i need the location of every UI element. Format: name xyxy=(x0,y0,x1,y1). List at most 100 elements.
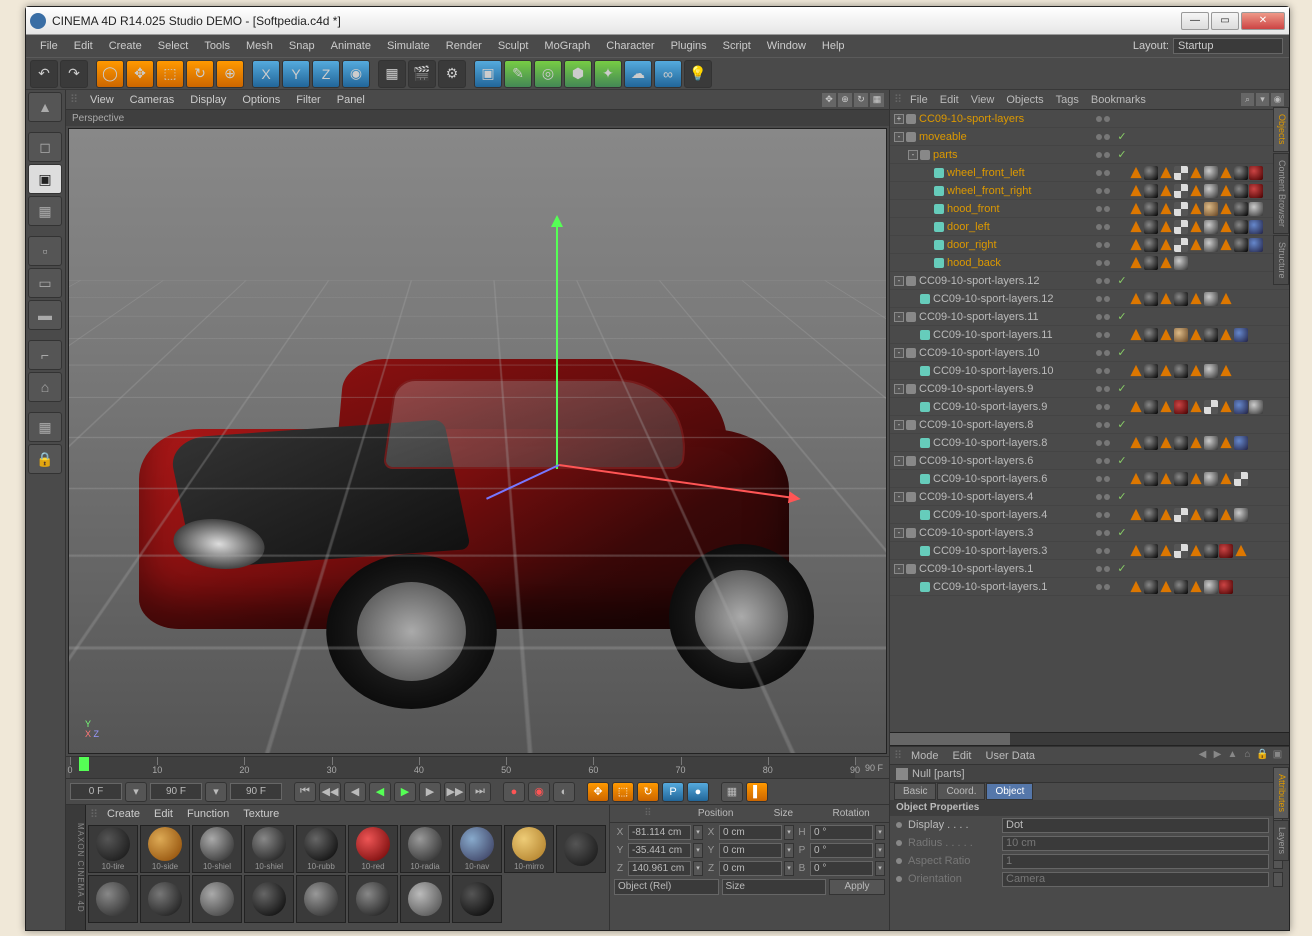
tag-s3[interactable] xyxy=(1174,166,1188,180)
tag-s2[interactable] xyxy=(1144,292,1158,306)
material-item[interactable] xyxy=(348,875,398,923)
tag-s5[interactable] xyxy=(1234,436,1248,450)
model-mode[interactable]: ◻ xyxy=(28,132,62,162)
tag-tri[interactable] xyxy=(1129,238,1143,252)
tree-toggle[interactable]: - xyxy=(908,150,918,160)
object-row[interactable]: -parts✓ xyxy=(890,146,1289,164)
tag-tri[interactable] xyxy=(1189,202,1203,216)
tag-tri[interactable] xyxy=(1189,238,1203,252)
tag-s1[interactable] xyxy=(1204,436,1218,450)
tag-s3[interactable] xyxy=(1174,238,1188,252)
tag-s2[interactable] xyxy=(1144,328,1158,342)
visibility-dots[interactable] xyxy=(1091,206,1115,212)
visibility-dots[interactable] xyxy=(1091,260,1115,266)
size-field[interactable]: 0 cm xyxy=(719,861,782,876)
tag-tri[interactable] xyxy=(1219,436,1233,450)
tag-s2[interactable] xyxy=(1144,220,1158,234)
tag-tri[interactable] xyxy=(1219,220,1233,234)
enable-check[interactable]: ✓ xyxy=(1115,130,1129,143)
tag-s2[interactable] xyxy=(1204,544,1218,558)
tag-tri[interactable] xyxy=(1129,580,1143,594)
material-item[interactable]: 10-mirro xyxy=(504,825,554,873)
maximize-button[interactable]: ▭ xyxy=(1211,12,1239,30)
tl-view2[interactable]: ▌ xyxy=(746,782,768,802)
object-row[interactable]: -CC09-10-sport-layers.4✓ xyxy=(890,488,1289,506)
spline-tool[interactable]: ✎ xyxy=(504,60,532,88)
z-axis-lock[interactable]: Z xyxy=(312,60,340,88)
visibility-dots[interactable] xyxy=(1091,548,1115,554)
vp-layout-icon[interactable]: ▦ xyxy=(870,93,884,107)
attr-tab-object[interactable]: Object xyxy=(986,783,1033,800)
tag-tri[interactable] xyxy=(1219,292,1233,306)
tag-tri[interactable] xyxy=(1129,220,1143,234)
material-item[interactable]: 10-rubb xyxy=(296,825,346,873)
tag-tri[interactable] xyxy=(1159,292,1173,306)
object-row[interactable]: hood_back xyxy=(890,254,1289,272)
attr-tab-coord[interactable]: Coord. xyxy=(937,783,985,800)
tag-s2[interactable] xyxy=(1174,436,1188,450)
enable-check[interactable]: ✓ xyxy=(1115,454,1129,467)
tag-tri[interactable] xyxy=(1159,544,1173,558)
object-row[interactable]: -CC09-10-sport-layers.11✓ xyxy=(890,308,1289,326)
menu-mograph[interactable]: MoGraph xyxy=(536,35,598,57)
tag-s2[interactable] xyxy=(1204,328,1218,342)
tag-tri[interactable] xyxy=(1189,166,1203,180)
end-frame-field[interactable]: 90 F xyxy=(150,783,202,800)
goto-end[interactable]: ⏭ xyxy=(469,782,491,802)
material-item[interactable] xyxy=(88,875,138,923)
tag-tri[interactable] xyxy=(1129,436,1143,450)
tag-s1[interactable] xyxy=(1204,364,1218,378)
array-tool[interactable]: ⬢ xyxy=(564,60,592,88)
viewport-3d[interactable]: YX Z xyxy=(68,128,887,754)
object-row[interactable]: CC09-10-sport-layers.12 xyxy=(890,290,1289,308)
attrmenu-edit[interactable]: Edit xyxy=(946,750,979,762)
workplane-tool[interactable]: ▦ xyxy=(28,412,62,442)
material-item[interactable]: 10-red xyxy=(348,825,398,873)
attr-value-field[interactable]: 10 cm xyxy=(1002,836,1269,851)
visibility-dots[interactable] xyxy=(1091,296,1115,302)
tag-s1[interactable] xyxy=(1204,166,1218,180)
tree-toggle[interactable]: - xyxy=(894,276,904,286)
minimize-button[interactable]: — xyxy=(1181,12,1209,30)
visibility-dots[interactable] xyxy=(1091,350,1115,356)
tab-structure[interactable]: Structure xyxy=(1273,235,1289,286)
layout-select[interactable]: Startup xyxy=(1173,38,1283,54)
object-row[interactable]: -CC09-10-sport-layers.10✓ xyxy=(890,344,1289,362)
menu-select[interactable]: Select xyxy=(150,35,197,57)
tag-s1[interactable] xyxy=(1234,508,1248,522)
object-row[interactable]: CC09-10-sport-layers.6 xyxy=(890,470,1289,488)
tag-s3[interactable] xyxy=(1174,202,1188,216)
play-back[interactable]: ◀ xyxy=(369,782,391,802)
tag-tri[interactable] xyxy=(1159,364,1173,378)
point-mode[interactable]: ▫ xyxy=(28,236,62,266)
autokey[interactable]: ◉ xyxy=(528,782,550,802)
prev-frame[interactable]: ◀ xyxy=(344,782,366,802)
tag-s2[interactable] xyxy=(1144,184,1158,198)
tag-tri[interactable] xyxy=(1129,400,1143,414)
visibility-dots[interactable] xyxy=(1091,476,1115,482)
tag-tri[interactable] xyxy=(1189,436,1203,450)
objmenu-objects[interactable]: Objects xyxy=(1000,94,1049,106)
goto-start[interactable]: ⏮ xyxy=(294,782,316,802)
tag-s4[interactable] xyxy=(1219,544,1233,558)
object-row[interactable]: wheel_front_right xyxy=(890,182,1289,200)
tab-objects[interactable]: Objects xyxy=(1273,107,1289,152)
tag-tri[interactable] xyxy=(1129,364,1143,378)
tag-s1[interactable] xyxy=(1204,184,1218,198)
visibility-dots[interactable] xyxy=(1091,530,1115,536)
render-view[interactable]: ▦ xyxy=(378,60,406,88)
tag-tri[interactable] xyxy=(1159,328,1173,342)
tree-toggle[interactable]: + xyxy=(894,114,904,124)
menu-sculpt[interactable]: Sculpt xyxy=(490,35,537,57)
tag-tri[interactable] xyxy=(1189,544,1203,558)
tag-s1[interactable] xyxy=(1204,580,1218,594)
tag-tri[interactable] xyxy=(1189,220,1203,234)
attr-up-icon[interactable]: ▲ xyxy=(1226,749,1239,762)
tag-s2[interactable] xyxy=(1144,238,1158,252)
enable-check[interactable]: ✓ xyxy=(1115,148,1129,161)
tag-s4[interactable] xyxy=(1249,184,1263,198)
attr-fwd-icon[interactable]: ▶ xyxy=(1211,749,1224,762)
enable-check[interactable]: ✓ xyxy=(1115,310,1129,323)
enable-check[interactable]: ✓ xyxy=(1115,418,1129,431)
tag-s5[interactable] xyxy=(1234,328,1248,342)
